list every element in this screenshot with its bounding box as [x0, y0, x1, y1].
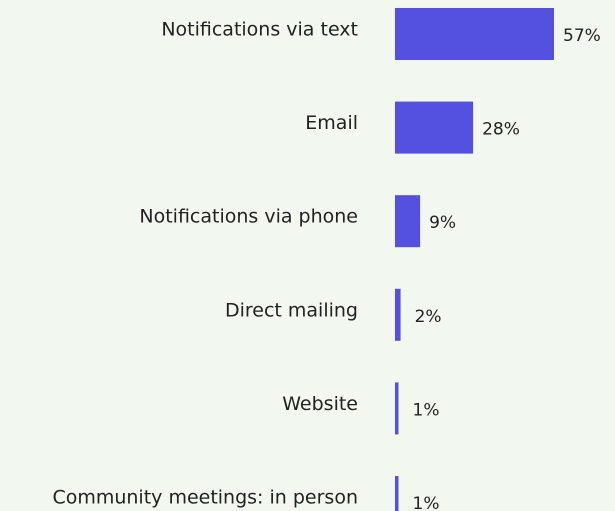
value-label: 9%: [429, 213, 456, 233]
category-label: Notifications via phone: [139, 206, 358, 228]
bar: [395, 288, 401, 341]
category-label: Community meetings: in person: [52, 487, 358, 509]
bar: [395, 8, 554, 60]
bar-row: Community meetings: in person 1%: [52, 476, 439, 511]
value-label: 2%: [415, 307, 442, 327]
category-label: Website: [282, 393, 358, 415]
bar-chart: Notifications via text 57% Email 28% Notific…: [52, 8, 601, 511]
bar-row: Email 28%: [305, 101, 520, 154]
category-label: Notifications via text: [161, 19, 358, 41]
bar: [395, 101, 474, 154]
value-label: 1%: [413, 400, 440, 420]
bar: [395, 476, 399, 511]
category-label: Email: [305, 112, 358, 134]
bar: [395, 382, 399, 435]
bar-row: Direct mailing 2%: [225, 288, 442, 341]
value-label: 1%: [413, 494, 440, 511]
bar-row: Website 1%: [282, 382, 440, 435]
value-label: 28%: [482, 120, 520, 140]
bar: [395, 195, 421, 248]
bar-row: Notifications via text 57%: [161, 8, 601, 60]
bar-row: Notifications via phone 9%: [139, 195, 456, 248]
category-label: Direct mailing: [225, 299, 358, 321]
value-label: 57%: [563, 26, 601, 46]
